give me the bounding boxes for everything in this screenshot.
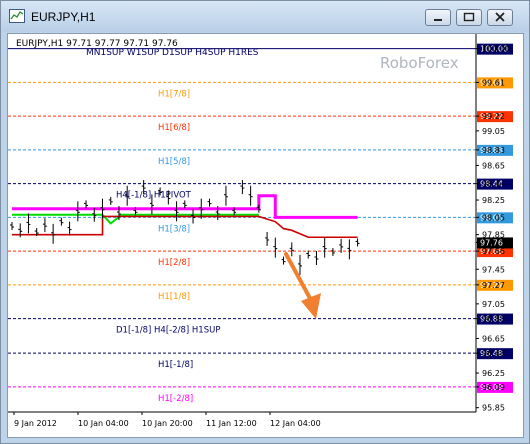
level-label: D1[-1/8] H4[-2/8] H1SUP [116, 326, 220, 336]
price-tick-label: 96.09 [482, 383, 505, 392]
price-tick-label: 99.61 [482, 78, 505, 87]
price-tick-label: 97.45 [482, 265, 505, 274]
chart-area[interactable]: 100.00 H1[7/8] 99.61 H1[6/8] 99.22 H1[5/8] 98.… [7, 33, 524, 438]
chart-window: EURJPY,H1 100.00 H1[7/8] 99.61 H1[6/8] 99.22… [0, 0, 530, 444]
time-tick-label: 10 Jan 20:00 [142, 419, 193, 428]
price-tick-label: 96.65 [482, 334, 505, 343]
level-label: H1[7/8] [158, 89, 190, 99]
level-label: H1[1/8] [158, 292, 190, 302]
time-tick-label: 10 Jan 04:00 [78, 419, 129, 428]
close-button[interactable] [487, 9, 513, 26]
current-price-label: 97.76 [480, 238, 503, 247]
level-label: H1[-2/8] [158, 394, 193, 404]
price-tick-label: 96.25 [482, 369, 505, 378]
price-tick-label: 97.27 [482, 281, 505, 290]
price-tick-label: 96.88 [482, 315, 505, 324]
window-title: EURJPY,H1 [31, 10, 96, 24]
close-icon [495, 12, 505, 22]
forecast-arrow [284, 252, 321, 319]
price-tick-label: 98.05 [482, 213, 505, 222]
title-bar[interactable]: EURJPY,H1 [1, 1, 529, 32]
maximize-icon [463, 12, 475, 22]
level-label: H1[2/8] [158, 258, 190, 268]
price-tick-label: 98.44 [482, 180, 505, 189]
levels-summary: MN1SUP W1SUP D1SUP H4SUP H1RES [86, 48, 259, 58]
time-tick-label: 11 Jan 12:00 [206, 419, 257, 428]
chart-window-icon [9, 9, 25, 23]
price-tick-label: 98.83 [482, 146, 505, 155]
price-tick-label: 99.22 [482, 112, 505, 121]
maximize-button[interactable] [456, 9, 482, 26]
price-tick-label: 98.65 [482, 161, 505, 170]
time-tick-label: 9 Jan 2012 [14, 419, 57, 428]
price-tick-label: 99.05 [482, 127, 505, 136]
time-tick-label: 12 Jan 04:00 [270, 419, 321, 428]
price-tick-label: 100.00 [482, 45, 510, 54]
level-label: H1[-1/8] [158, 360, 193, 370]
minimize-button[interactable] [425, 9, 451, 26]
price-tick-label: 98.25 [482, 196, 505, 205]
watermark: RoboForex [380, 54, 459, 72]
price-tick-label: 96.48 [482, 349, 505, 358]
level-label: H1[6/8] [158, 123, 190, 133]
minimize-icon [434, 19, 442, 21]
price-tick-label: 97.05 [482, 300, 505, 309]
price-chart[interactable]: 100.00 H1[7/8] 99.61 H1[6/8] 99.22 H1[5/8] 98.… [8, 34, 523, 437]
level-label: H1[5/8] [158, 157, 190, 167]
price-tick-label: 95.85 [482, 404, 505, 413]
price-tick-label: 97.66 [482, 247, 505, 256]
level-label: H1[3/8] [158, 224, 190, 234]
